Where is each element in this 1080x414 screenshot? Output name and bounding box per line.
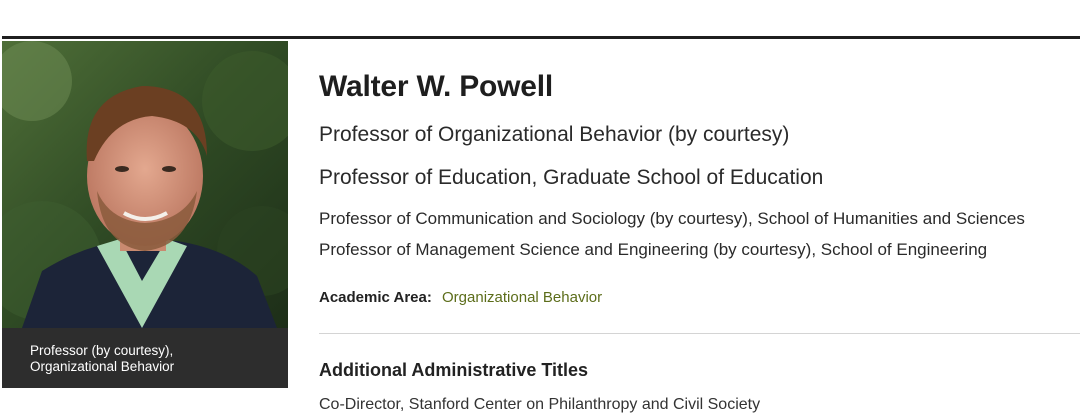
academic-area-label: Academic Area: [319, 289, 432, 306]
additional-title-item: Co-Director, Stanford Center on Philanth… [319, 396, 761, 413]
photo-caption: Professor (by courtesy), Organizational … [2, 328, 288, 388]
title-primary-1: Professor of Organizational Behavior (by… [319, 123, 790, 146]
title-primary-2: Professor of Education, Graduate School … [319, 166, 824, 189]
academic-area-link[interactable]: Organizational Behavior [442, 289, 602, 306]
academic-area: Academic Area: Organizational Behavior [319, 289, 602, 306]
profile-photo-card: Professor (by courtesy), Organizational … [2, 41, 288, 388]
title-secondary-1: Professor of Communication and Sociology… [319, 209, 1025, 228]
caption-line-2: Organizational Behavior [30, 359, 175, 374]
title-secondary-2: Professor of Management Science and Engi… [319, 240, 988, 259]
profile-name: Walter W. Powell [319, 70, 554, 103]
profile-main: Walter W. Powell Professor of Organizati… [319, 0, 1080, 413]
caption-line-1: Professor (by courtesy), [30, 343, 174, 358]
profile-photo [2, 41, 288, 328]
section-divider [319, 333, 1080, 334]
additional-titles-heading: Additional Administrative Titles [319, 360, 589, 380]
